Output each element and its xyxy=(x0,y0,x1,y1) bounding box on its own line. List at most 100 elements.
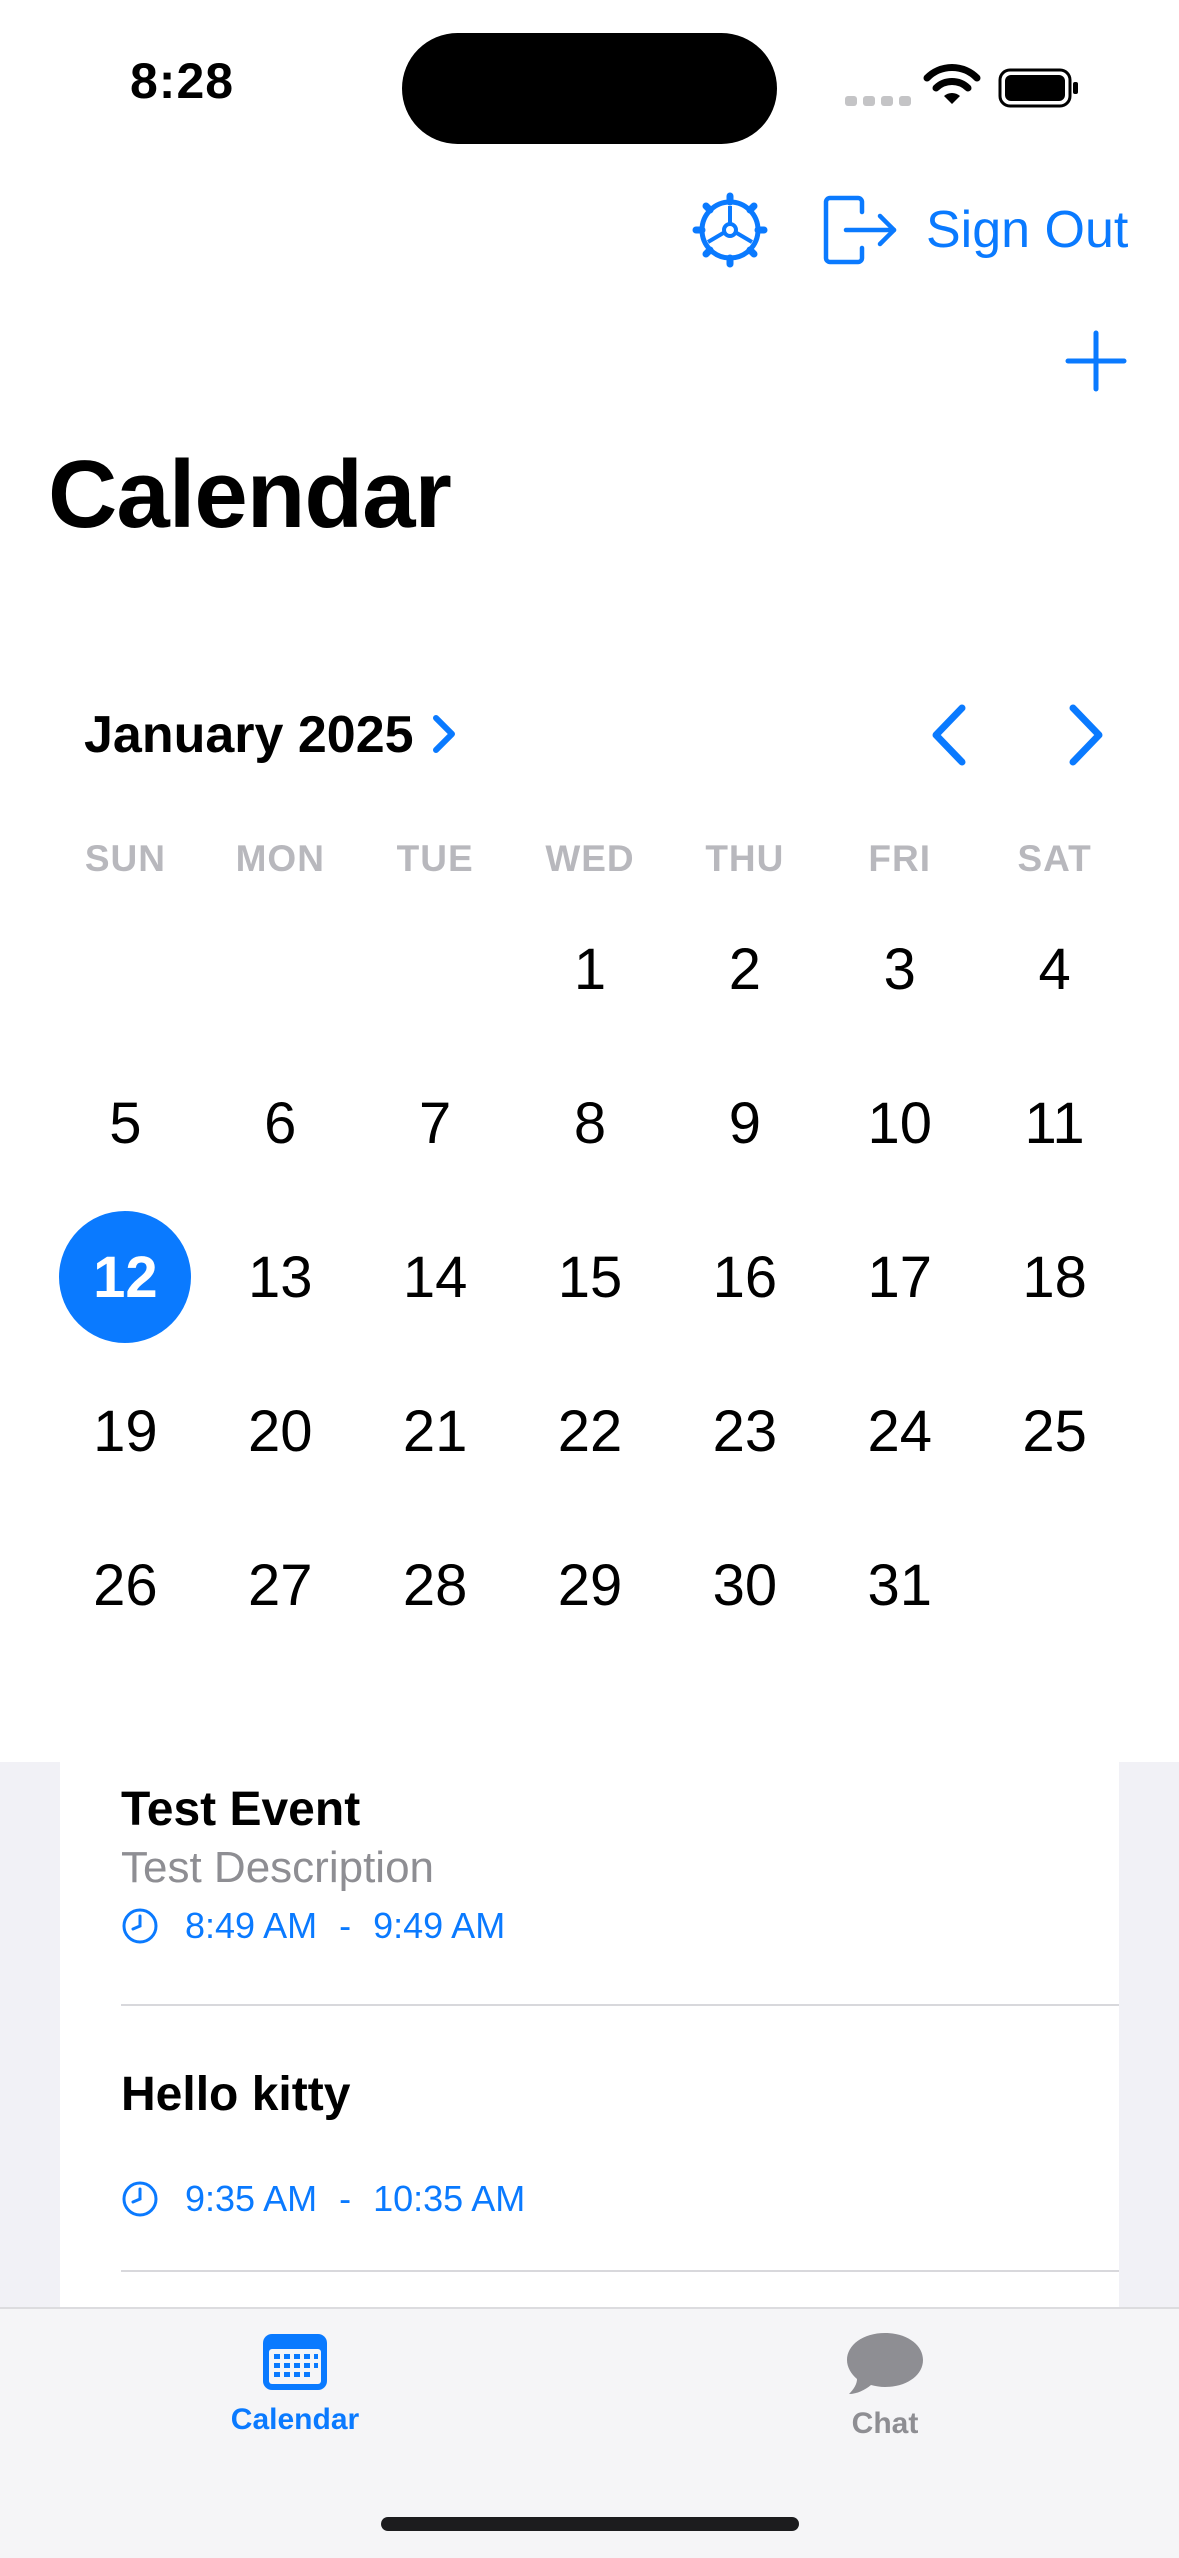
day-cell[interactable]: 7 xyxy=(358,1046,513,1200)
event-start-time: 8:49 AM xyxy=(185,1905,318,1946)
weekday-label: WED xyxy=(545,838,635,879)
day-number: 13 xyxy=(248,1244,313,1310)
day-cell[interactable]: 25 xyxy=(977,1354,1132,1508)
day-number: 8 xyxy=(573,1090,607,1156)
day-cell[interactable]: 5 xyxy=(48,1046,203,1200)
day-number: 20 xyxy=(248,1398,313,1464)
tab-chat[interactable]: Chat xyxy=(790,2329,980,2441)
day-cell[interactable]: 21 xyxy=(358,1354,513,1508)
day-number: 18 xyxy=(1022,1244,1087,1310)
chat-bubble-icon xyxy=(847,2333,923,2394)
event-row[interactable]: Test Event Test Description 8:49 AM - 9:… xyxy=(121,1782,1119,1947)
day-cell[interactable]: 30 xyxy=(667,1508,822,1662)
chevron-right-icon[interactable] xyxy=(428,712,458,756)
time-separator: - xyxy=(339,2178,352,2219)
day-cell[interactable]: 24 xyxy=(822,1354,977,1508)
day-number: 21 xyxy=(402,1398,468,1464)
selected-day-cell[interactable]: 12 xyxy=(48,1200,203,1354)
calendar-day-grid: 1 2 3 4 5 6 7 8 9 10 11 12 13 14 15 16 1… xyxy=(48,892,1132,1662)
battery-icon xyxy=(998,68,1078,108)
day-number: 9 xyxy=(728,1090,761,1156)
day-cell[interactable]: 20 xyxy=(203,1354,358,1508)
weekday-label: SAT xyxy=(1017,838,1092,879)
day-cell[interactable]: 14 xyxy=(358,1200,513,1354)
weekday-label: SUN xyxy=(84,838,166,879)
event-description: Test Description xyxy=(121,1843,435,1892)
day-cell[interactable]: 18 xyxy=(977,1200,1132,1354)
cellular-signal-icon xyxy=(845,96,911,106)
day-number: 29 xyxy=(557,1552,623,1618)
sign-out-button[interactable]: Sign Out xyxy=(822,185,1142,275)
event-time-range: 9:35 AM - 10:35 AM xyxy=(121,2178,1119,2220)
day-cell[interactable]: 3 xyxy=(822,892,977,1046)
event-row[interactable]: Hello kitty 9:35 AM - 10:35 AM xyxy=(121,2067,1119,2220)
day-cell[interactable]: 23 xyxy=(667,1354,822,1508)
day-number: 24 xyxy=(867,1398,932,1464)
sign-out-icon xyxy=(823,195,897,265)
day-number: 17 xyxy=(867,1244,932,1310)
day-cell[interactable]: 9 xyxy=(667,1046,822,1200)
calendar-icon xyxy=(263,2334,327,2390)
day-cell[interactable]: 11 xyxy=(977,1046,1132,1200)
dynamic-island xyxy=(402,33,777,144)
selected-day-number: 12 xyxy=(59,1211,192,1343)
clock-icon xyxy=(122,1908,158,1944)
day-cell[interactable]: 22 xyxy=(513,1354,668,1508)
page-title: Calendar xyxy=(48,441,452,548)
event-end-time: 9:49 AM xyxy=(373,1905,506,1946)
day-number: 1 xyxy=(573,936,607,1002)
time-separator: - xyxy=(339,1905,352,1946)
settings-gear-icon[interactable] xyxy=(690,190,770,270)
weekday-header-row: SUN MON TUE WED THU FRI SAT xyxy=(48,838,1132,880)
weekday-label: THU xyxy=(705,838,785,879)
event-title: Test Event xyxy=(121,1783,361,1836)
day-cell[interactable]: 1 xyxy=(513,892,668,1046)
clock-icon xyxy=(122,2181,158,2217)
tab-calendar[interactable]: Calendar xyxy=(200,2329,390,2437)
tab-calendar-label: Calendar xyxy=(230,2403,360,2436)
day-cell[interactable]: 19 xyxy=(48,1354,203,1508)
event-time-range: 8:49 AM - 9:49 AM xyxy=(121,1905,1119,1947)
month-year-label[interactable]: January 2025 xyxy=(84,705,414,765)
day-number: 22 xyxy=(557,1398,623,1464)
day-number: 31 xyxy=(867,1552,932,1618)
day-number: 5 xyxy=(109,1090,142,1156)
day-cell[interactable]: 15 xyxy=(513,1200,668,1354)
empty-day-cell xyxy=(203,892,358,1046)
day-number: 4 xyxy=(1038,936,1071,1002)
weekday-label: TUE xyxy=(396,838,474,879)
day-number: 2 xyxy=(728,936,761,1002)
day-cell[interactable]: 13 xyxy=(203,1200,358,1354)
day-cell[interactable]: 6 xyxy=(203,1046,358,1200)
day-number: 26 xyxy=(93,1552,158,1618)
day-cell[interactable]: 2 xyxy=(667,892,822,1046)
day-number: 7 xyxy=(419,1090,452,1156)
day-number: 19 xyxy=(93,1398,158,1464)
day-number: 14 xyxy=(402,1244,468,1310)
list-divider xyxy=(121,2270,1119,2272)
weekday-label: FRI xyxy=(868,838,932,879)
day-cell[interactable]: 28 xyxy=(358,1508,513,1662)
day-cell[interactable]: 17 xyxy=(822,1200,977,1354)
weekday-label: MON xyxy=(235,838,325,879)
empty-day-cell xyxy=(358,892,513,1046)
day-cell[interactable]: 29 xyxy=(513,1508,668,1662)
event-title: Hello kitty xyxy=(121,2068,351,2121)
day-cell[interactable]: 27 xyxy=(203,1508,358,1662)
day-cell[interactable]: 4 xyxy=(977,892,1132,1046)
next-month-chevron-icon[interactable] xyxy=(1055,700,1115,770)
day-number: 25 xyxy=(1022,1398,1087,1464)
day-number: 11 xyxy=(1024,1090,1085,1156)
day-cell[interactable]: 26 xyxy=(48,1508,203,1662)
previous-month-chevron-icon[interactable] xyxy=(920,700,980,770)
day-cell[interactable]: 8 xyxy=(513,1046,668,1200)
sign-out-label: Sign Out xyxy=(926,201,1129,259)
add-event-plus-icon[interactable] xyxy=(1060,325,1132,397)
day-cell[interactable]: 10 xyxy=(822,1046,977,1200)
tab-chat-label: Chat xyxy=(851,2407,919,2440)
day-cell[interactable]: 16 xyxy=(667,1200,822,1354)
day-cell[interactable]: 31 xyxy=(822,1508,977,1662)
day-number: 23 xyxy=(712,1398,778,1464)
day-number: 3 xyxy=(883,936,916,1002)
day-number: 6 xyxy=(264,1090,297,1156)
